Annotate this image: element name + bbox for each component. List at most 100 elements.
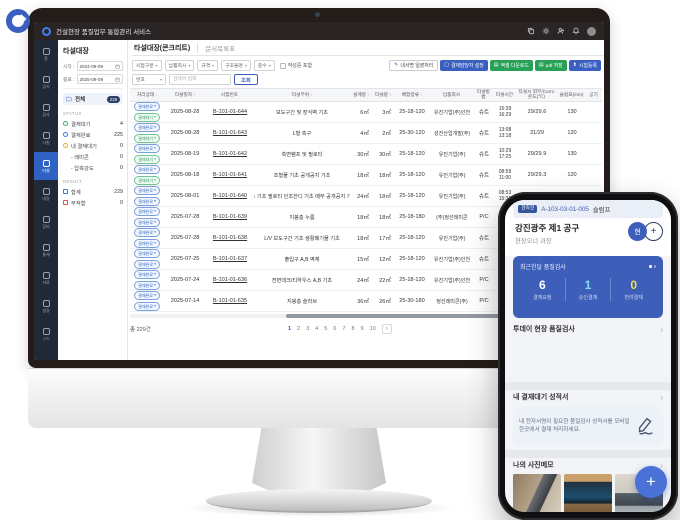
page-number[interactable]: 10 xyxy=(370,326,376,332)
page-number[interactable]: 9 xyxy=(361,326,364,332)
table-header-cell[interactable]: 처리상태 ↕ xyxy=(130,89,164,101)
status-badge[interactable]: 결재완료 xyxy=(134,291,160,300)
bell-icon[interactable] xyxy=(572,27,580,35)
test-number-link[interactable]: B-101-01-637 xyxy=(213,256,247,262)
table-header-cell[interactable]: 슬럼프(mm) xyxy=(558,89,586,101)
page-number[interactable]: 1 xyxy=(288,326,291,332)
test-number-link[interactable]: B-101-01-639 xyxy=(213,214,247,220)
status-badge[interactable]: 결재대기 xyxy=(134,134,160,143)
user-avatar[interactable] xyxy=(587,27,596,36)
rail-item[interactable]: 시험 xyxy=(34,124,58,152)
filter-select[interactable]: 규격 xyxy=(197,60,218,71)
table-row[interactable]: 결재완료 결재대기 2025-08-28 B-101-01-644 보도구간 및… xyxy=(130,102,602,123)
add-user-icon[interactable] xyxy=(557,27,565,35)
number-select[interactable]: 번호 xyxy=(132,74,166,85)
rail-item[interactable]: 홈 xyxy=(34,40,58,68)
status-badge[interactable]: 결재완료 xyxy=(134,239,160,248)
status-badge[interactable]: 결재완료 xyxy=(134,165,160,174)
photo-thumbnail[interactable] xyxy=(513,474,561,512)
rail-item[interactable]: 자료 xyxy=(34,264,58,292)
status-badge[interactable]: 결재완료 xyxy=(134,144,160,153)
table-header-cell[interactable]: 타설부위 ↕ xyxy=(254,89,350,101)
status-filter-item[interactable]: 결재대기 4 xyxy=(63,118,123,129)
action-button[interactable]: ▤ 엑셀 다운로드 xyxy=(490,60,533,71)
date-end-input[interactable]: 2025-09-09 xyxy=(77,74,124,84)
table-row[interactable]: 결재완료 결재대기 2025-08-28 B-101-01-643 L형 측구 … xyxy=(130,123,602,144)
rail-item[interactable]: 검사 xyxy=(34,96,58,124)
copy-icon[interactable] xyxy=(527,27,535,35)
add-photo-fab[interactable]: + xyxy=(635,466,667,498)
page-number[interactable]: 4 xyxy=(315,326,318,332)
test-number-link[interactable]: B-101-01-640 xyxy=(213,193,247,199)
status-badge[interactable]: 결재완료 xyxy=(134,260,160,269)
result-filter-item[interactable]: 합계 229 xyxy=(63,186,123,197)
status-badge[interactable]: 결재완료 xyxy=(134,123,160,132)
status-badge[interactable]: 결재완료 xyxy=(134,218,160,227)
action-button[interactable]: ✎ 내서명 일괄처리 xyxy=(389,60,438,71)
page-number[interactable]: 5 xyxy=(324,326,327,332)
status-filter-item[interactable]: 내 결재대기 0 xyxy=(63,140,123,151)
page-number[interactable]: 7 xyxy=(342,326,345,332)
status-badge[interactable]: 결재완료 xyxy=(134,281,160,290)
rail-item[interactable]: 설정 xyxy=(34,292,58,320)
filter-select[interactable]: 층수 xyxy=(254,60,275,71)
status-badge[interactable]: 결재완료 xyxy=(134,270,160,279)
page-number[interactable]: 3 xyxy=(306,326,309,332)
action-button[interactable]: ▢ 결재담당자 설정 xyxy=(440,60,488,71)
status-badge[interactable]: 결재완료 xyxy=(134,228,160,237)
status-badge[interactable]: 결재완료 xyxy=(134,197,160,206)
test-number-link[interactable]: B-101-01-635 xyxy=(213,298,247,304)
test-number-link[interactable]: B-101-01-644 xyxy=(213,109,247,115)
search-button[interactable]: 조회 xyxy=(234,74,258,85)
gear-icon[interactable] xyxy=(542,27,550,35)
sidebar-item-all[interactable]: 전체 229 xyxy=(63,93,123,105)
table-row[interactable]: 결재완료 결재대기 2025-08-18 B-101-01-641 조형물 기초… xyxy=(130,165,602,186)
test-number-link[interactable]: B-101-01-636 xyxy=(213,277,247,283)
rail-item[interactable]: 타설 xyxy=(34,152,58,180)
filter-select[interactable]: 시험구분 xyxy=(132,60,162,71)
rail-item[interactable]: CS xyxy=(34,320,58,348)
table-header-cell[interactable]: 배합종류 ↕ xyxy=(394,89,430,101)
test-number-link[interactable]: B-101-01-643 xyxy=(213,130,247,136)
page-number[interactable]: 6 xyxy=(333,326,336,332)
status-filter-item[interactable]: - 레미콘 0 xyxy=(63,151,123,162)
date-start-input[interactable]: 2024-09-09 xyxy=(77,61,124,71)
page-number[interactable]: 8 xyxy=(351,326,354,332)
quality-summary-card[interactable]: 최근한달 품질검사 6 결재요청 1 승인결재 xyxy=(513,256,663,318)
table-header-cell[interactable]: 공기 xyxy=(586,89,602,101)
status-badge[interactable]: 결재대기 xyxy=(134,176,160,185)
table-row[interactable]: 결재완료 결재대기 2025-08-19 B-101-01-642 측면램프 및… xyxy=(130,144,602,165)
section-today[interactable]: 투데이 현장 품질검사 › xyxy=(513,324,663,334)
result-filter-item[interactable]: 부적합 0 xyxy=(63,197,123,208)
include-draft-checkbox[interactable]: 작성중 포함 xyxy=(280,62,312,69)
table-header-cell[interactable]: 시험번호 xyxy=(206,89,254,101)
tab[interactable]: 타설대장(콘크리트) xyxy=(132,43,197,53)
table-header-cell[interactable]: 타설시간 xyxy=(494,89,516,101)
photo-thumbnail[interactable] xyxy=(564,474,612,512)
page-number[interactable]: 2 xyxy=(297,326,300,332)
filter-select[interactable]: 납품회사 xyxy=(165,60,195,71)
rail-item[interactable]: 공지 xyxy=(34,68,58,96)
table-header-cell[interactable]: 타설시 외부/Con'c 온도(℃) xyxy=(516,89,558,101)
table-header-cell[interactable]: 타설방법 xyxy=(474,89,494,101)
action-button[interactable]: ▤ pdf 저장 xyxy=(535,60,567,71)
test-number-link[interactable]: B-101-01-642 xyxy=(213,151,247,157)
tab[interactable]: 문서목록표 xyxy=(197,43,242,53)
status-badge[interactable]: 결재대기 xyxy=(134,155,160,164)
rail-item[interactable]: 장비 xyxy=(34,208,58,236)
table-header-cell[interactable]: 납품회사 xyxy=(430,89,474,101)
next-page-button[interactable]: › xyxy=(382,324,392,334)
status-badge[interactable]: 결재완료 xyxy=(134,186,160,195)
table-header-cell[interactable]: 설계량 ↕ xyxy=(350,89,372,101)
test-number-link[interactable]: B-101-01-641 xyxy=(213,172,247,178)
avatar[interactable]: 현 xyxy=(628,222,647,241)
test-number-link[interactable]: B-101-01-638 xyxy=(213,235,247,241)
action-button[interactable]: ⬆ 시험등록 xyxy=(569,60,601,71)
status-badge[interactable]: 결재완료 xyxy=(134,102,160,111)
status-filter-item[interactable]: 결재완료 225 xyxy=(63,129,123,140)
filter-select[interactable]: 구조물명 xyxy=(221,60,251,71)
rail-item[interactable]: 대장 xyxy=(34,180,58,208)
status-badge[interactable]: 결재대기 xyxy=(134,113,160,122)
status-badge[interactable]: 결재완료 xyxy=(134,249,160,258)
rail-item[interactable]: 통계 xyxy=(34,236,58,264)
